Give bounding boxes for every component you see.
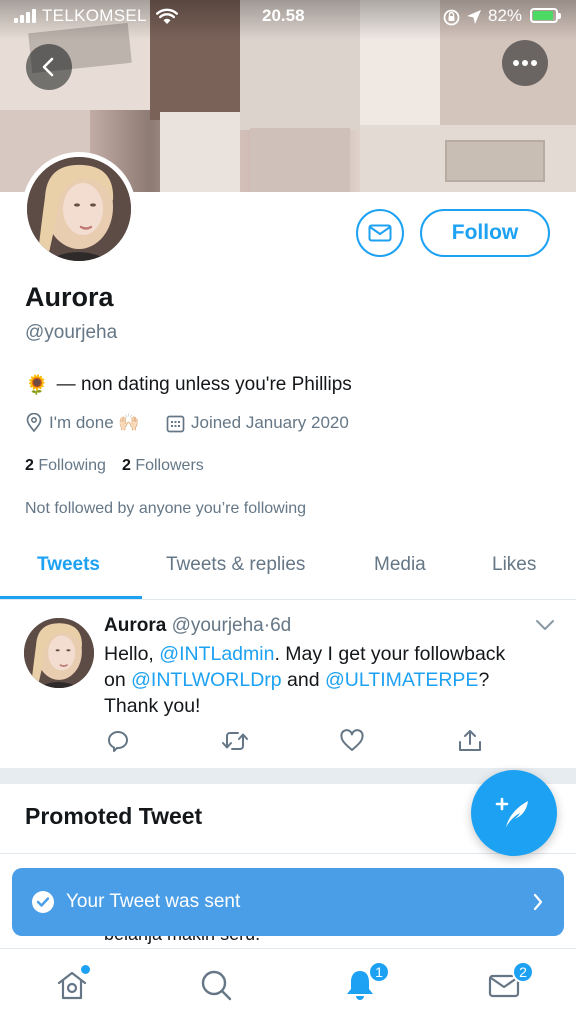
- search-icon: [201, 970, 232, 1001]
- tab-likes[interactable]: Likes: [492, 554, 536, 576]
- compose-quill-icon: [495, 797, 528, 827]
- tweet-author[interactable]: Aurora: [104, 615, 166, 636]
- back-button[interactable]: [26, 44, 72, 90]
- home-tab[interactable]: [54, 965, 90, 1003]
- toast-message: Your Tweet was sent: [66, 891, 241, 912]
- profile-name: Aurora: [25, 282, 114, 312]
- search-tab[interactable]: [198, 967, 234, 1003]
- profile-avatar[interactable]: [22, 152, 136, 266]
- message-button[interactable]: [356, 209, 404, 257]
- follow-counts: 2 Following 2 Followers: [25, 457, 204, 475]
- sunflower-emoji: 🌻: [25, 375, 49, 396]
- retweet-icon[interactable]: [221, 728, 249, 754]
- bio-text: — non dating unless you're Phillips: [56, 374, 352, 395]
- banner-tile: [250, 128, 350, 192]
- profile-bio: 🌻 — non dating unless you're Phillips: [25, 373, 352, 397]
- joined-text: Joined January 2020: [191, 413, 349, 432]
- compose-tweet-button[interactable]: [471, 770, 557, 856]
- tweet-age: 6d: [270, 615, 292, 636]
- calendar-icon: [166, 415, 185, 432]
- tweet-header: Aurora @yourjeha·6d: [104, 615, 291, 637]
- bottom-tab-bar: 1 2: [0, 948, 576, 1024]
- carrier-name: TELKOMSEL: [42, 6, 147, 25]
- wifi-icon: [156, 8, 178, 24]
- follow-button[interactable]: Follow: [420, 209, 550, 257]
- banner-tile: [445, 140, 545, 182]
- tweet-handle: @yourjeha: [171, 615, 264, 636]
- battery-icon: [530, 8, 561, 23]
- reply-icon[interactable]: [105, 728, 131, 754]
- messages-tab[interactable]: 2: [486, 961, 534, 1003]
- profile-handle: @yourjeha: [25, 322, 118, 343]
- chevron-down-icon[interactable]: [535, 618, 555, 632]
- chevron-right-icon: [533, 893, 543, 911]
- banner-tile: [160, 112, 240, 192]
- mention-link[interactable]: @INTLWORLDrp: [131, 669, 282, 691]
- location-pin-icon: [26, 413, 42, 433]
- active-tab-indicator: [0, 596, 142, 599]
- status-bar: TELKOMSEL 20.58 82%: [0, 0, 576, 34]
- signal-icon: [14, 9, 36, 23]
- avatar-image: [27, 157, 131, 261]
- like-icon[interactable]: [339, 728, 365, 754]
- tweet-avatar[interactable]: [24, 618, 94, 688]
- notifications-tab[interactable]: 1: [342, 961, 390, 1003]
- profile-tabs: Tweets Tweets & replies Media Likes: [0, 542, 576, 600]
- notifications-badge: 1: [368, 961, 390, 983]
- location-text: I'm done 🙌🏻: [49, 413, 140, 432]
- join-date: Joined January 2020: [166, 413, 349, 433]
- share-icon[interactable]: [457, 728, 483, 754]
- messages-badge: 2: [512, 961, 534, 983]
- location-icon: [467, 10, 481, 24]
- envelope-icon: [368, 224, 392, 242]
- check-circle-icon: [32, 891, 54, 913]
- promoted-heading: Promoted Tweet: [25, 803, 203, 829]
- orientation-lock-icon: [443, 9, 460, 26]
- location: I'm done 🙌🏻: [25, 413, 140, 433]
- more-icon: [513, 60, 537, 66]
- battery-percent: 82%: [488, 6, 523, 25]
- divider: [0, 853, 576, 854]
- tab-media[interactable]: Media: [374, 554, 426, 576]
- avatar-image: [24, 618, 94, 688]
- tab-tweets[interactable]: Tweets: [37, 554, 100, 576]
- tab-tweets-replies[interactable]: Tweets & replies: [166, 554, 305, 576]
- not-followed-note: Not followed by anyone you’re following: [25, 500, 307, 517]
- clock: 20.58: [262, 6, 305, 25]
- following-link[interactable]: 2 Following: [25, 457, 106, 475]
- chevron-left-icon: [42, 57, 54, 77]
- new-content-dot: [81, 965, 90, 974]
- more-options-button[interactable]: [502, 40, 548, 86]
- mention-link[interactable]: @ULTIMATERPE: [325, 669, 478, 691]
- tweet-sent-toast[interactable]: Your Tweet was sent: [12, 868, 564, 936]
- followers-link[interactable]: 2 Followers: [122, 457, 204, 475]
- tweet-text: Hello, @INTLadmin. May I get your follow…: [104, 643, 506, 717]
- mention-link[interactable]: @INTLadmin: [159, 643, 274, 665]
